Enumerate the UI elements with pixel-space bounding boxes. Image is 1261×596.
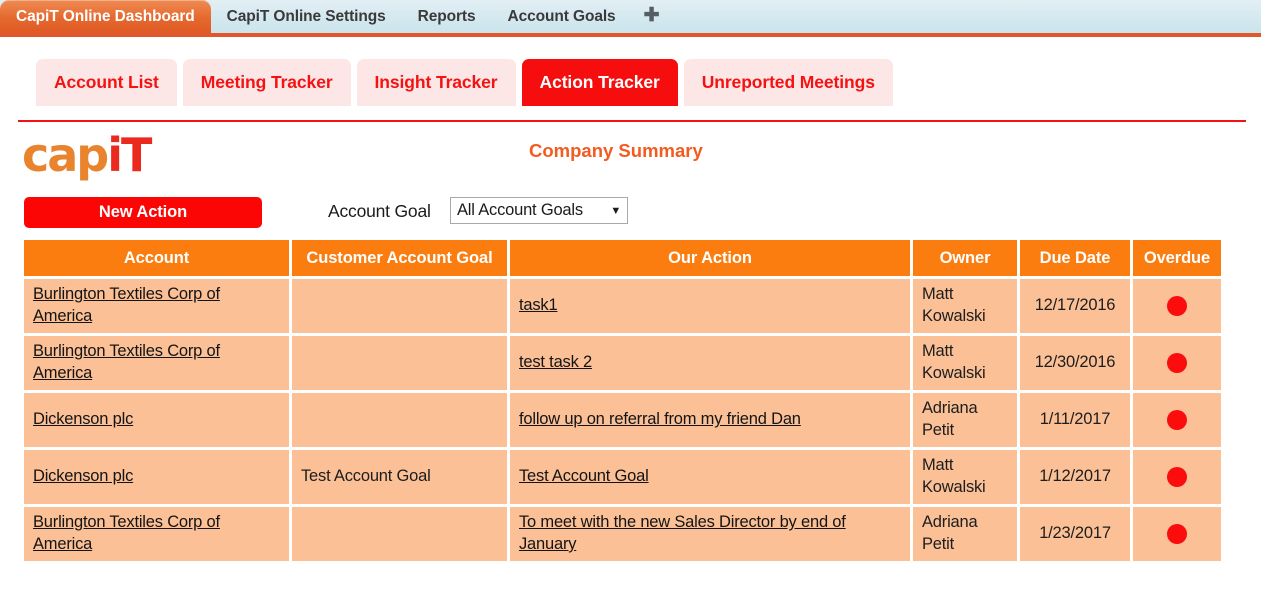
overdue-status-dot-icon [1167,523,1187,544]
app-header: capiT Company Summary [0,122,1261,197]
toolbar: New Action Account Goal All Account Goal… [0,197,1261,237]
cell-customer-account-goal [292,336,507,390]
action-tracker-table-wrapper: Account Customer Account Goal Our Action… [0,237,1261,564]
cell-customer-account-goal [292,279,507,333]
cell-overdue [1133,279,1221,333]
cell-our-action: Test Account Goal [510,450,910,504]
cell-account: Burlington Textiles Corp of America [24,507,289,561]
overdue-status-dot-icon [1167,466,1187,487]
table-row: Burlington Textiles Corp of America To m… [24,507,1221,561]
cell-account: Dickenson plc [24,393,289,447]
action-link[interactable]: follow up on referral from my friend Dan [519,410,801,428]
page-title: Company Summary [529,140,703,161]
column-header-account[interactable]: Account [24,240,289,276]
overdue-status-dot-icon [1167,295,1187,316]
action-link[interactable]: To meet with the new Sales Director by e… [519,513,846,553]
sub-tab-list: Account List Meeting Tracker Insight Tra… [36,59,1261,106]
browser-tab-reports[interactable]: Reports [402,0,492,33]
overdue-status-dot-icon [1167,409,1187,430]
cell-due-date: 12/30/2016 [1020,336,1130,390]
table-row: Dickenson plc Test Account Goal Test Acc… [24,450,1221,504]
column-header-owner[interactable]: Owner [913,240,1017,276]
cell-due-date: 12/17/2016 [1020,279,1130,333]
browser-tab-dashboard[interactable]: CapiT Online Dashboard [0,0,211,33]
sub-tab-bar: Account List Meeting Tracker Insight Tra… [0,37,1261,122]
cell-overdue [1133,450,1221,504]
action-tracker-table: Account Customer Account Goal Our Action… [21,237,1224,564]
action-link[interactable]: test task 2 [519,353,592,371]
cell-customer-account-goal [292,507,507,561]
cell-customer-account-goal: Test Account Goal [292,450,507,504]
browser-tab-strip: CapiT Online Dashboard CapiT Online Sett… [0,0,1261,37]
tab-insight-tracker[interactable]: Insight Tracker [356,59,516,106]
browser-tab-settings[interactable]: CapiT Online Settings [211,0,402,33]
table-header: Account Customer Account Goal Our Action… [24,240,1221,276]
table-row: Dickenson plc follow up on referral from… [24,393,1221,447]
cell-account: Dickenson plc [24,450,289,504]
capit-logo: capiT [22,128,152,182]
cell-due-date: 1/12/2017 [1020,450,1130,504]
cell-overdue [1133,336,1221,390]
cell-due-date: 1/11/2017 [1020,393,1130,447]
cell-owner: Matt Kowalski [913,336,1017,390]
cell-owner: Matt Kowalski [913,279,1017,333]
column-header-due-date[interactable]: Due Date [1020,240,1130,276]
action-link[interactable]: Test Account Goal [519,467,649,485]
table-row: Burlington Textiles Corp of America task… [24,279,1221,333]
cell-overdue [1133,507,1221,561]
logo-text-cap: cap [22,128,109,182]
cell-our-action: follow up on referral from my friend Dan [510,393,910,447]
cell-owner: Matt Kowalski [913,450,1017,504]
account-link[interactable]: Burlington Textiles Corp of America [33,342,220,382]
logo-text-it: iT [107,128,152,182]
cell-account: Burlington Textiles Corp of America [24,279,289,333]
tab-action-tracker[interactable]: Action Tracker [521,59,678,106]
account-goal-label: Account Goal [328,201,431,221]
tab-account-list[interactable]: Account List [36,59,177,106]
account-goal-select[interactable]: All Account Goals ▼ [450,197,628,224]
cell-owner: Adriana Petit [913,393,1017,447]
tab-meeting-tracker[interactable]: Meeting Tracker [182,59,351,106]
plus-icon[interactable]: ✚ [632,0,672,33]
account-link[interactable]: Dickenson plc [33,410,133,428]
cell-customer-account-goal [292,393,507,447]
table-header-row: Account Customer Account Goal Our Action… [24,240,1221,276]
cell-overdue [1133,393,1221,447]
account-link[interactable]: Dickenson plc [33,467,133,485]
table-row: Burlington Textiles Corp of America test… [24,336,1221,390]
column-header-customer-account-goal[interactable]: Customer Account Goal [292,240,507,276]
new-action-button[interactable]: New Action [24,197,262,228]
overdue-status-dot-icon [1167,352,1187,373]
table-body: Burlington Textiles Corp of America task… [24,279,1221,561]
chevron-down-icon: ▼ [610,204,621,217]
column-header-overdue[interactable]: Overdue [1133,240,1221,276]
browser-tab-account-goals[interactable]: Account Goals [491,0,631,33]
cell-account: Burlington Textiles Corp of America [24,336,289,390]
action-link[interactable]: task1 [519,296,558,314]
column-header-our-action[interactable]: Our Action [510,240,910,276]
cell-our-action: test task 2 [510,336,910,390]
account-link[interactable]: Burlington Textiles Corp of America [33,513,220,553]
cell-our-action: To meet with the new Sales Director by e… [510,507,910,561]
account-link[interactable]: Burlington Textiles Corp of America [33,285,220,325]
cell-owner: Adriana Petit [913,507,1017,561]
account-goal-selected-value: All Account Goals [457,201,583,219]
cell-due-date: 1/23/2017 [1020,507,1130,561]
cell-our-action: task1 [510,279,910,333]
tab-unreported-meetings[interactable]: Unreported Meetings [683,59,893,106]
